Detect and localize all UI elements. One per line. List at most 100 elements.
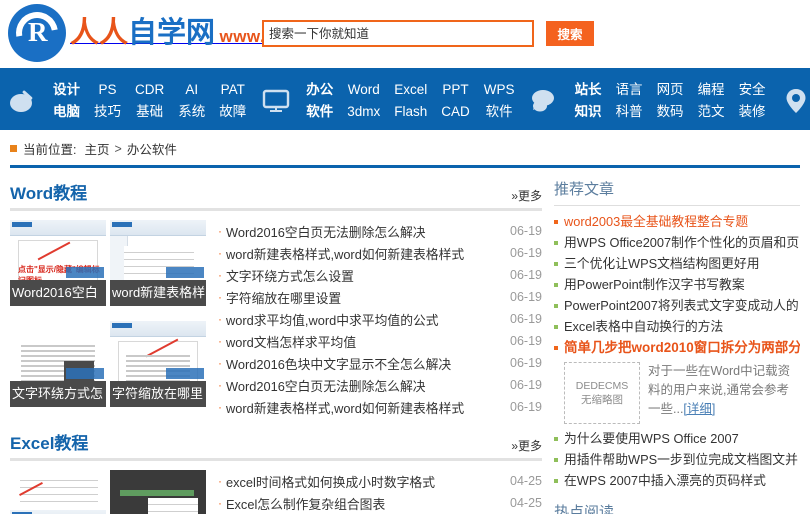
- nav-link[interactable]: 系统: [178, 101, 205, 123]
- nav-link[interactable]: 装修: [739, 101, 766, 123]
- nav-col-ai[interactable]: AI 系统: [171, 71, 212, 130]
- thumbnail-item[interactable]: 文字环绕方式怎: [10, 321, 106, 407]
- sidebar-list-item[interactable]: 在WPS 2007中插入漂亮的页码样式: [554, 470, 800, 491]
- nav-link[interactable]: 办公: [306, 79, 333, 101]
- nav-link[interactable]: 编程: [698, 79, 725, 101]
- section-more-link[interactable]: »更多: [511, 187, 542, 204]
- nav-col-ppt[interactable]: PPT CAD: [434, 71, 477, 130]
- nav-link[interactable]: 网页: [657, 79, 684, 101]
- nav-link[interactable]: Excel: [394, 79, 427, 101]
- nav-col-wps[interactable]: WPS 软件: [477, 71, 522, 130]
- sidebar-article-link[interactable]: 用插件帮助WPS一步到位完成文档图文并: [564, 449, 798, 470]
- thumbnail-item[interactable]: 点击"显示/隐藏"编辑标记图标 Word2016空白: [10, 220, 106, 306]
- sidebar-list-item[interactable]: Excel表格中自动换行的方法: [554, 316, 800, 337]
- sidebar-list-item[interactable]: 为什么要使用WPS Office 2007: [554, 428, 800, 449]
- nav-link[interactable]: 语言: [616, 79, 643, 101]
- breadcrumb-current-link[interactable]: 办公软件: [127, 139, 177, 158]
- thumbnail-item[interactable]: [110, 470, 206, 514]
- nav-col-excel[interactable]: Excel Flash: [387, 71, 434, 130]
- nav-link[interactable]: 电脑: [53, 101, 80, 123]
- list-item[interactable]: · 文字环绕方式怎么设置 06-19: [218, 264, 542, 286]
- nav-link[interactable]: CDR: [135, 79, 164, 101]
- article-title[interactable]: word新建表格样式,word如何新建表格样式: [226, 398, 502, 417]
- nav-col-pat[interactable]: PAT 故障: [212, 71, 253, 130]
- sidebar-article-link[interactable]: 用PowerPoint制作汉字书写教案: [564, 274, 745, 295]
- list-item[interactable]: · Excel怎么制作复杂组合图表 04-25: [218, 492, 542, 514]
- sidebar-article-link[interactable]: 三个优化让WPS文档结构图更好用: [564, 253, 760, 274]
- list-item[interactable]: · Word2016空白页无法删除怎么解决 06-19: [218, 220, 542, 242]
- sidebar-list-item[interactable]: word2003最全基础教程整合专题: [554, 211, 800, 232]
- search-button[interactable]: 搜索: [546, 21, 594, 46]
- nav-col-design[interactable]: 设计 电脑: [46, 71, 87, 130]
- list-item[interactable]: · word新建表格样式,word如何新建表格样式 06-19: [218, 396, 542, 418]
- sidebar-list-item[interactable]: PowerPoint2007将列表式文字变成动人的: [554, 295, 800, 316]
- nav-link[interactable]: 数码: [657, 101, 684, 123]
- nav-link[interactable]: 基础: [135, 101, 164, 123]
- nav-link[interactable]: PAT: [219, 79, 246, 101]
- sidebar-list-item[interactable]: 用插件帮助WPS一步到位完成文档图文并: [554, 449, 800, 470]
- featured-detail-link[interactable]: [详细]: [683, 402, 715, 416]
- article-title[interactable]: Excel怎么制作复杂组合图表: [226, 494, 502, 513]
- nav-link[interactable]: CAD: [441, 101, 470, 123]
- nav-col-webmaster[interactable]: 站长 知识: [568, 71, 609, 130]
- sidebar-list-item[interactable]: 用WPS Office2007制作个性化的页眉和页: [554, 232, 800, 253]
- nav-col-office[interactable]: 办公 软件: [299, 71, 340, 130]
- thumbnail-item[interactable]: 字符缩放在哪里: [110, 321, 206, 407]
- list-item[interactable]: · 字符缩放在哪里设置 06-19: [218, 286, 542, 308]
- list-item[interactable]: · excel时间格式如何换成小时数字格式 04-25: [218, 470, 542, 492]
- article-title[interactable]: 字符缩放在哪里设置: [226, 288, 502, 307]
- nav-col-language[interactable]: 语言 科普: [609, 71, 650, 130]
- sidebar-featured-item[interactable]: 简单几步把word2010窗口拆分为两部分: [554, 337, 800, 358]
- sidebar-list-item[interactable]: 三个优化让WPS文档结构图更好用: [554, 253, 800, 274]
- nav-link[interactable]: 站长: [575, 79, 602, 101]
- sidebar-article-link[interactable]: Excel表格中自动换行的方法: [564, 316, 723, 337]
- nav-link[interactable]: 软件: [306, 101, 333, 123]
- nav-link[interactable]: WPS: [484, 79, 515, 101]
- nav-col-programming[interactable]: 编程 范文: [691, 71, 732, 130]
- article-title[interactable]: word新建表格样式,word如何新建表格样式: [226, 244, 502, 263]
- nav-link[interactable]: Flash: [394, 101, 427, 123]
- sidebar-list-item[interactable]: 用PowerPoint制作汉字书写教案: [554, 274, 800, 295]
- list-item[interactable]: · word求平均值,word中求平均值的公式 06-19: [218, 308, 542, 330]
- nav-link[interactable]: 知识: [575, 101, 602, 123]
- breadcrumb-home-link[interactable]: 主页: [84, 139, 109, 158]
- article-title[interactable]: Word2016空白页无法删除怎么解决: [226, 376, 502, 395]
- nav-link[interactable]: AI: [178, 79, 205, 101]
- search-input[interactable]: [262, 20, 534, 47]
- article-title[interactable]: word文档怎样求平均值: [226, 332, 502, 351]
- nav-link[interactable]: 安全: [739, 79, 766, 101]
- article-title[interactable]: Word2016空白页无法删除怎么解决: [226, 222, 502, 241]
- nav-link[interactable]: 技巧: [94, 101, 121, 123]
- nav-link[interactable]: 科普: [616, 101, 643, 123]
- nav-link[interactable]: PPT: [441, 79, 470, 101]
- nav-link[interactable]: 3dmx: [347, 101, 380, 123]
- nav-col-security[interactable]: 安全 装修: [732, 71, 773, 130]
- list-item[interactable]: · word新建表格样式,word如何新建表格样式 06-19: [218, 242, 542, 264]
- nav-link[interactable]: PS: [94, 79, 121, 101]
- sidebar-article-link[interactable]: 在WPS 2007中插入漂亮的页码样式: [564, 470, 766, 491]
- thumbnail-item[interactable]: word新建表格样: [110, 220, 206, 306]
- nav-col-word[interactable]: Word 3dmx: [340, 71, 387, 130]
- sidebar-article-link[interactable]: word2003最全基础教程整合专题: [564, 211, 748, 232]
- nav-link[interactable]: Word: [347, 79, 380, 101]
- list-item[interactable]: · Word2016空白页无法删除怎么解决 06-19: [218, 374, 542, 396]
- nav-col-ps[interactable]: PS 技巧: [87, 71, 128, 130]
- nav-link[interactable]: 故障: [219, 101, 246, 123]
- nav-link[interactable]: 软件: [484, 101, 515, 123]
- thumbnail-item[interactable]: [10, 470, 106, 514]
- article-title[interactable]: word求平均值,word中求平均值的公式: [226, 310, 502, 329]
- sidebar-article-link[interactable]: 用WPS Office2007制作个性化的页眉和页: [564, 232, 799, 253]
- nav-link[interactable]: 设计: [53, 79, 80, 101]
- nav-col-cdr[interactable]: CDR 基础: [128, 71, 171, 130]
- list-item[interactable]: · Word2016色块中文字显示不全怎么解决 06-19: [218, 352, 542, 374]
- section-more-link[interactable]: »更多: [511, 437, 542, 454]
- sidebar-featured-title[interactable]: 简单几步把word2010窗口拆分为两部分: [564, 337, 800, 358]
- article-title[interactable]: 文字环绕方式怎么设置: [226, 266, 502, 285]
- list-item[interactable]: · word文档怎样求平均值 06-19: [218, 330, 542, 352]
- nav-link[interactable]: 范文: [698, 101, 725, 123]
- nav-col-webpage[interactable]: 网页 数码: [650, 71, 691, 130]
- sidebar-article-link[interactable]: PowerPoint2007将列表式文字变成动人的: [564, 295, 799, 316]
- article-title[interactable]: excel时间格式如何换成小时数字格式: [226, 472, 502, 491]
- sidebar-article-link[interactable]: 为什么要使用WPS Office 2007: [564, 428, 739, 449]
- article-title[interactable]: Word2016色块中文字显示不全怎么解决: [226, 354, 502, 373]
